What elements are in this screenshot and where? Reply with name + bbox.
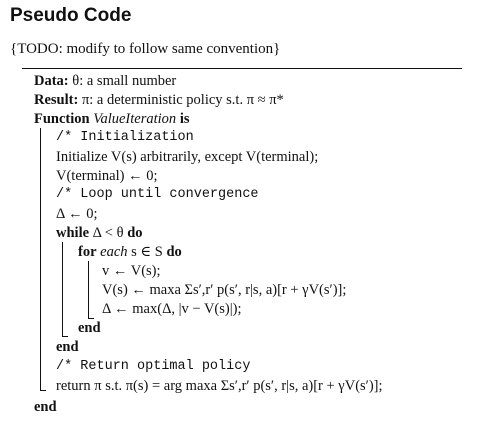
result-line: Result: π: a deterministic policy s.t. π… — [34, 91, 284, 109]
while-do-keyword: do — [127, 225, 143, 241]
function-body-rule — [40, 128, 41, 390]
return-line: return π s.t. π(s) = arg maxa Σs′,r′ p(s… — [56, 378, 383, 394]
comment-return: /* Return optimal policy — [56, 359, 251, 374]
while-body-rule — [62, 242, 63, 336]
data-line: Data: θ: a small number — [34, 72, 176, 90]
while-end-keyword: end — [56, 339, 79, 355]
function-body-rule-end — [40, 390, 46, 391]
todo-note: {TODO: modify to follow same convention} — [10, 41, 281, 57]
function-end-keyword: end — [34, 399, 57, 415]
for-each-word: each — [100, 244, 128, 260]
function-keyword: Function — [34, 111, 90, 127]
function-line: Function ValueIteration is — [34, 110, 189, 128]
terminal-line: V(terminal) ← 0; — [56, 168, 158, 184]
while-body-rule-end — [62, 336, 68, 337]
for-condition: s ∈ S — [131, 244, 163, 260]
comment-loop: /* Loop until convergence — [56, 187, 259, 202]
page-title: Pseudo Code — [10, 5, 132, 26]
data-keyword: Data: — [34, 73, 69, 89]
update-v-line: V(s) ← maxa Σs′,r′ p(s′, r|s, a)[r + γV(… — [102, 282, 347, 298]
data-text: θ: a small number — [72, 73, 177, 89]
for-end-keyword: end — [78, 320, 101, 336]
for-body-rule — [88, 261, 89, 318]
delta-init-line: Δ ← 0; — [56, 206, 98, 222]
update-delta-line: Δ ← max(Δ, |v − V(s)|); — [102, 301, 242, 317]
for-keyword: for — [78, 244, 97, 260]
comment-initialization: /* Initialization — [56, 130, 194, 145]
algorithm-top-rule — [22, 68, 462, 69]
assign-v-line: v ← V(s); — [102, 263, 161, 279]
for-do-keyword: do — [166, 244, 182, 260]
while-condition: Δ < θ — [92, 225, 124, 241]
function-name: ValueIteration — [93, 111, 177, 127]
result-keyword: Result: — [34, 92, 79, 108]
init-line: Initialize V(s) arbitrarily, except V(te… — [56, 149, 319, 165]
while-line: while Δ < θ do — [56, 224, 143, 242]
is-keyword: is — [179, 111, 190, 127]
for-line: for each s ∈ S do — [78, 243, 182, 261]
while-keyword: while — [56, 225, 90, 241]
result-text: π: a deterministic policy s.t. π ≈ π* — [81, 92, 284, 108]
